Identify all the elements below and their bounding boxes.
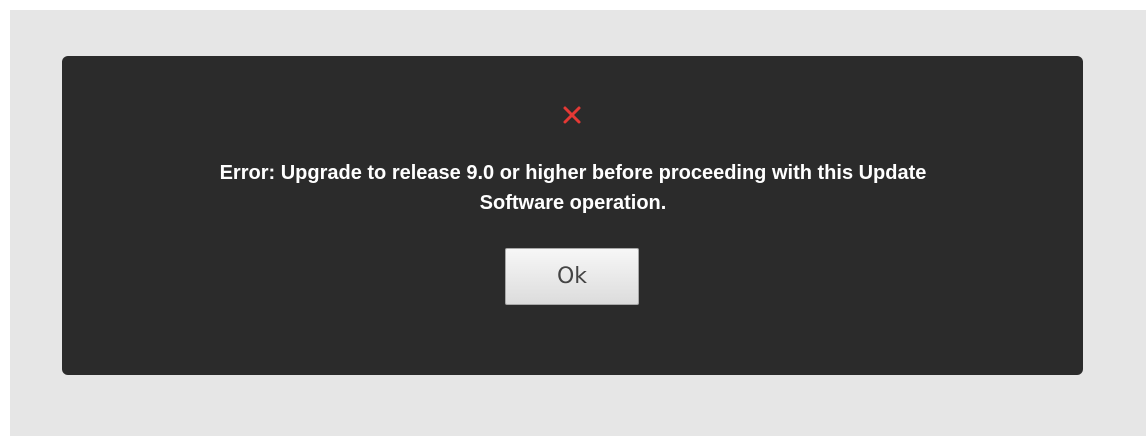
ok-button[interactable]: Ok <box>505 248 639 305</box>
error-x-icon <box>563 106 581 124</box>
error-message-line-2: Software operation. <box>479 192 667 214</box>
error-message: Error: Upgrade to release 9.0 or higher … <box>72 158 1074 218</box>
error-message-line-1: Error: Upgrade to release 9.0 or higher … <box>219 162 927 184</box>
